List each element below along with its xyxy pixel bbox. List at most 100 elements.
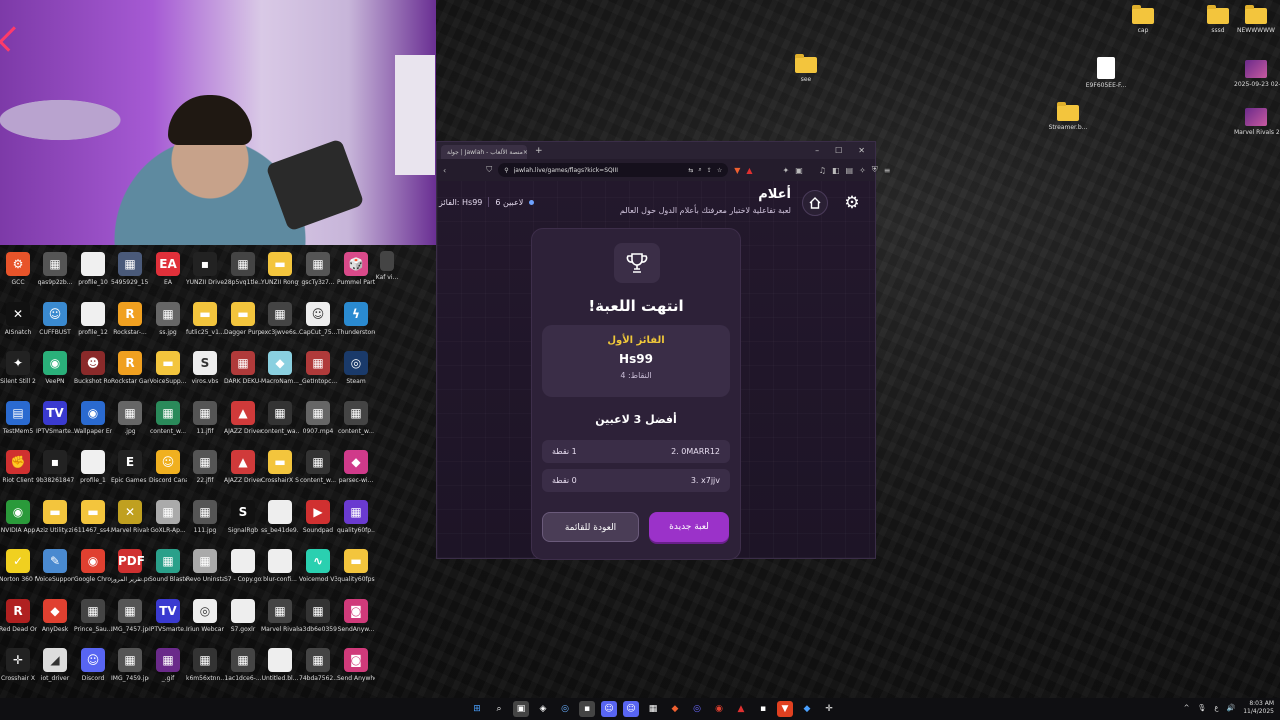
desktop-icon[interactable]: ☺ CapCut_75... [299,302,337,336]
desktop-icon[interactable]: ▦ IMG_7459.jpg [111,648,149,682]
desktop-icon[interactable]: profile_1 [74,450,112,484]
desktop-icon[interactable]: Marvel Rivals 2025.03.18 ... [1234,108,1280,136]
desktop-icon[interactable]: ▬ Aziz Utility.zip [36,500,74,534]
browser-tab[interactable]: جولة | Jawlah - منصة الألعاب × [441,145,527,159]
desktop-icon[interactable]: ▪ 9b38261847... [36,450,74,484]
desktop-icon[interactable]: ▦ IMG_7457.jpg [111,599,149,633]
microphone-icon[interactable]: 🎙 [1197,704,1206,712]
desktop-icon[interactable]: ▬ VoiceSupp... [149,351,187,385]
zoom-icon[interactable]: ⌕ [698,166,701,174]
brave-shield-icon[interactable]: ▼ [734,166,740,175]
desktop-icon[interactable]: PDF تقرير المرور.pdf [111,549,149,583]
discord-icon[interactable]: ☺ [601,701,617,717]
desktop-icon[interactable]: ▬ CrosshairX Streamer... [261,450,299,484]
back-to-list-button[interactable]: العودة للقائمة [542,512,639,542]
desktop-icon[interactable]: ▤ TestMem5 [0,401,37,435]
desktop-icon[interactable]: ▦ 22.jfif [186,450,224,484]
desktop-icon[interactable]: ▶ Soundpad [299,500,337,534]
desktop-icon[interactable]: ▬ futlic25_v1... [186,302,224,336]
desktop-icon[interactable]: ▦ 0907.mp4 [299,401,337,435]
desktop-icon[interactable]: ϟ Thunderstore Mod Mana... [337,302,375,336]
desktop-icon[interactable]: ▦ Marvel Rivals 2025.03.18 ... [261,599,299,633]
back-icon[interactable]: ‹ [443,166,446,175]
desktop-icon[interactable]: R Red Dead Online [0,599,37,633]
desktop-icon[interactable]: NEWWWWW [1234,5,1278,34]
desktop-icon[interactable]: ▦ 1ac1dce6-... [224,648,262,682]
desktop-icon[interactable]: Kaf vi... [374,251,400,281]
desktop-icon[interactable]: ▦ gscTy3z7... [299,252,337,286]
desktop-icon[interactable]: ▲ AJAZZ Driver [224,450,262,484]
desktop-icon[interactable]: ◎ Steam [337,351,375,385]
desktop-icon[interactable]: ✓ Norton 360 for Gamers [0,549,37,583]
desktop-icon[interactable]: S SignalRgb [224,500,262,534]
desktop-icon[interactable]: see [784,54,828,83]
desktop-icon[interactable]: ▦ Revo Uninstaller [186,549,224,583]
desktop-icon[interactable]: ⚙ GCC [0,252,37,286]
close-tab-icon[interactable]: × [523,149,527,156]
desktop-icon[interactable]: R Rockstar Games ... [111,351,149,385]
brave-rewards-icon[interactable]: ▲ [746,166,752,175]
desktop-icon[interactable]: ▬ 611467_ss4... [74,500,112,534]
app-icon[interactable]: ▪ [755,701,771,717]
desktop-icon[interactable]: ▦ Sound Blaster C... [149,549,187,583]
star-icon[interactable]: ☆ [717,167,722,174]
app-icon[interactable]: ▪ [579,701,595,717]
desktop-icon[interactable]: Untitled.bl... [261,648,299,682]
desktop-icon[interactable]: ☺ Discord [74,648,112,682]
bookmark-icon[interactable]: ⛉ [486,165,492,175]
desktop-icon[interactable]: ▦ 28p5vq1tle... [224,252,262,286]
desktop-icon[interactable]: ☻ Buckshot Roulette [74,351,112,385]
site-info-icon[interactable]: ⚲ [504,167,508,174]
desktop-icon[interactable]: S7.goxlr [224,599,262,633]
desktop-icon[interactable]: ◉ VeePN [36,351,74,385]
search-icon[interactable]: ⌕ [491,701,507,717]
desktop-icon[interactable]: ◉ Google Chrome [74,549,112,583]
desktop-icon[interactable]: ▦ 11.jfif [186,401,224,435]
maximize-button[interactable]: ☐ [835,146,842,155]
desktop-icon[interactable]: Sviros.vbs [186,351,224,385]
desktop-icon[interactable]: ▦ content_w... [337,401,375,435]
media-icon[interactable]: ♫ [819,166,826,175]
desktop-icon[interactable]: ☺ CUFFBUST [36,302,74,336]
desktop-icon[interactable]: cap [1121,5,1165,34]
desktop-icon[interactable]: ▦ 5495929_15... [111,252,149,286]
desktop-icon[interactable]: S7 - Copy.goxlr [224,549,262,583]
desktop-icon[interactable]: ▲ AJAZZ Driver (X) [224,401,262,435]
address-bar[interactable]: ⚲ jawlah.live/games/flags?kick=SQIII ⇆ ⌕… [498,163,729,177]
task-view-icon[interactable]: ▣ [513,701,529,717]
desktop-icon[interactable]: ▦ content_w... [299,450,337,484]
desktop-icon[interactable]: ▦ _GetIntopc.... [299,351,337,385]
desktop-icon[interactable]: ✛ Crosshair X [0,648,37,682]
menu-icon[interactable]: ≡ [884,166,891,175]
desktop-icon[interactable]: ss_be41de9... [261,500,299,534]
minimize-button[interactable]: – [815,146,819,155]
desktop-icon[interactable]: ▦ content_wa... [261,401,299,435]
desktop-icon[interactable]: ◙ Send Anywhere [337,648,375,682]
desktop-icon[interactable]: ✦ Silent Still 2 [0,351,37,385]
chrome-icon[interactable]: ◉ [711,701,727,717]
leo-icon[interactable]: ✧ [859,166,866,175]
desktop-icon[interactable]: ▦ .jpg [111,401,149,435]
desktop-icon[interactable]: ▦ Prince_Sau... [74,599,112,633]
desktop-icon[interactable]: ▦ exc3jwve6s... [261,302,299,336]
desktop-icon[interactable]: ▦ content_w... [149,401,187,435]
desktop-icon[interactable]: ◉ NVIDIA App [0,500,37,534]
sidebar-icon[interactable]: ◧ [832,166,840,175]
desktop-icon[interactable]: E9F605EE-F... [1084,57,1128,89]
start-icon[interactable]: ⊞ [469,701,485,717]
desktop-icon[interactable]: E Epic Games Launcher [111,450,149,484]
desktop-icon[interactable]: ▪ YUNZII Driver [186,252,224,286]
desktop-icon[interactable]: ✕ Marvel Rivals [111,500,149,534]
desktop-icon[interactable]: ▦ qas9p2zb... [36,252,74,286]
desktop-icon[interactable]: TV IPTVSmarte... [149,599,187,633]
desktop-icon[interactable]: ▦ _.gif [149,648,187,682]
settings-button[interactable]: ⚙ [839,190,865,216]
desktop-icon[interactable]: ✕ AISnatch [0,302,37,336]
desktop-icon[interactable]: profile_12 [74,302,112,336]
desktop-icon[interactable]: ◉ Wallpaper Engine [74,401,112,435]
desktop-icon[interactable]: 2025-09-23 02-07-26... [1234,60,1280,88]
desktop-icon[interactable]: ▦ DARK DEKU-764-... [224,351,262,385]
ajazz-icon[interactable]: ▲ [733,701,749,717]
desktop-icon[interactable]: ▦ a3db6e0359... [299,599,337,633]
desktop-icon[interactable]: ◙ SendAnyw... [337,599,375,633]
